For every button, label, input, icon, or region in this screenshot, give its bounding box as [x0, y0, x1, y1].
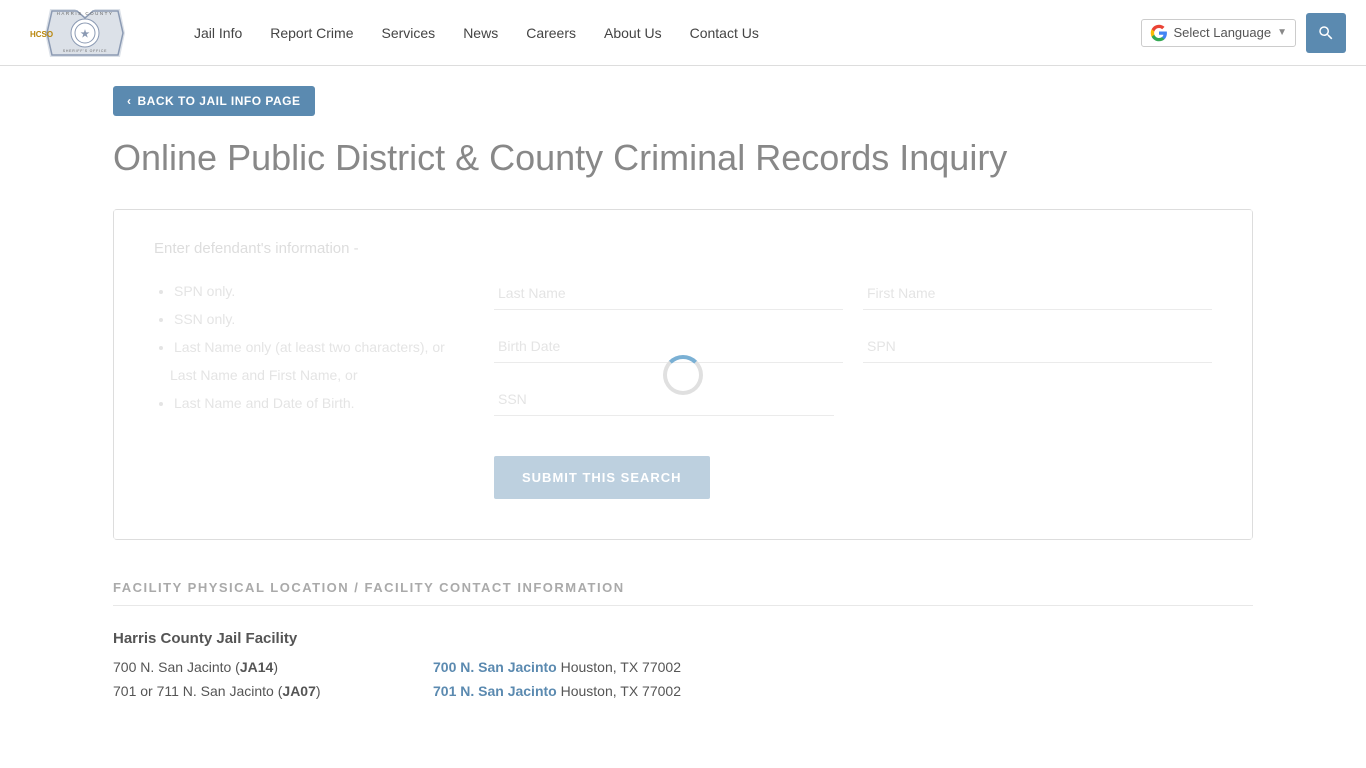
- translate-label: Select Language: [1174, 25, 1272, 40]
- facility-city-2: Houston, TX 77002: [561, 683, 681, 699]
- search-form-container: Enter defendant's information - SPN only…: [113, 209, 1253, 540]
- main-content: ‹ BACK TO JAIL INFO PAGE Online Public D…: [83, 66, 1283, 747]
- facility-link-2[interactable]: 701 N. San Jacinto: [433, 683, 557, 699]
- nav-about-us[interactable]: About Us: [590, 0, 676, 66]
- svg-text:★: ★: [81, 29, 90, 40]
- svg-text:SHERIFF'S OFFICE: SHERIFF'S OFFICE: [63, 49, 108, 53]
- facility-address-text-2: 701 or 711 N. San Jacinto (: [113, 683, 282, 699]
- site-header: ★ HARRIS COUNTY HCSO SHERIFF'S OFFICE Ja…: [0, 0, 1366, 66]
- loading-spinner-overlay: [114, 210, 1252, 539]
- facility-link-1[interactable]: 700 N. San Jacinto: [433, 659, 557, 675]
- nav-careers[interactable]: Careers: [512, 0, 590, 66]
- search-button[interactable]: [1306, 13, 1346, 53]
- facility-section-title: FACILITY PHYSICAL LOCATION / FACILITY CO…: [113, 580, 1253, 606]
- nav-news[interactable]: News: [449, 0, 512, 66]
- facility-address-right-1: 700 N. San Jacinto Houston, TX 77002: [433, 659, 1253, 675]
- nav-jail-info[interactable]: Jail Info: [180, 0, 256, 66]
- logo-area[interactable]: ★ HARRIS COUNTY HCSO SHERIFF'S OFFICE: [20, 7, 150, 59]
- main-nav: Jail Info Report Crime Services News Car…: [180, 0, 1141, 66]
- facility-row-2: 701 or 711 N. San Jacinto (JA07) 701 N. …: [113, 683, 1253, 699]
- nav-contact-us[interactable]: Contact Us: [676, 0, 773, 66]
- facility-address-text-1: 700 N. San Jacinto (: [113, 659, 240, 675]
- translate-arrow-icon: ▼: [1277, 27, 1287, 38]
- facility-city-1: Houston, TX 77002: [561, 659, 681, 675]
- facility-code-2: JA07: [282, 683, 315, 699]
- svg-text:HCSO: HCSO: [30, 30, 53, 39]
- page-title: Online Public District & County Criminal…: [113, 136, 1253, 179]
- svg-text:HARRIS COUNTY: HARRIS COUNTY: [57, 11, 114, 16]
- facility-address-left-2: 701 or 711 N. San Jacinto (JA07): [113, 683, 433, 699]
- back-to-jail-info-button[interactable]: ‹ BACK TO JAIL INFO PAGE: [113, 86, 315, 116]
- back-arrow-icon: ‹: [127, 94, 132, 108]
- facility-section: FACILITY PHYSICAL LOCATION / FACILITY CO…: [113, 580, 1253, 699]
- header-right: Select Language ▼: [1141, 13, 1347, 53]
- translate-widget[interactable]: Select Language ▼: [1141, 19, 1297, 47]
- facility-address-left-1: 700 N. San Jacinto (JA14): [113, 659, 433, 675]
- facility-code-1: JA14: [240, 659, 273, 675]
- facility-address-right-2: 701 N. San Jacinto Houston, TX 77002: [433, 683, 1253, 699]
- search-icon: [1317, 24, 1335, 42]
- back-button-label: BACK TO JAIL INFO PAGE: [138, 94, 301, 108]
- facility-row-1: 700 N. San Jacinto (JA14) 700 N. San Jac…: [113, 659, 1253, 675]
- site-logo: ★ HARRIS COUNTY HCSO SHERIFF'S OFFICE: [20, 7, 150, 59]
- google-icon: [1150, 24, 1168, 42]
- nav-report-crime[interactable]: Report Crime: [256, 0, 367, 66]
- loading-spinner: [663, 355, 703, 395]
- facility-name: Harris County Jail Facility: [113, 630, 1253, 647]
- nav-services[interactable]: Services: [368, 0, 450, 66]
